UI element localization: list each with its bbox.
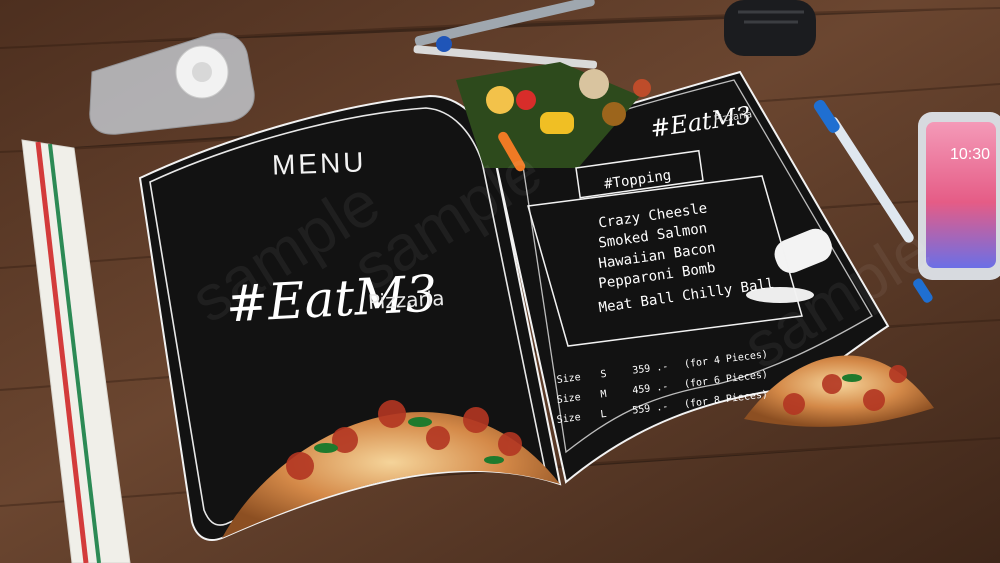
size-code: S [599,368,608,381]
pen-holder [724,0,816,56]
smartphone [918,112,1000,280]
size-code: M [599,388,608,401]
brand-subtitle-left: Pizzaria [367,286,446,314]
menu-title: MENU [271,146,367,181]
wooden-table-scene [0,0,1000,563]
phone-time: 10:30 [950,146,991,163]
size-code: L [599,408,608,421]
